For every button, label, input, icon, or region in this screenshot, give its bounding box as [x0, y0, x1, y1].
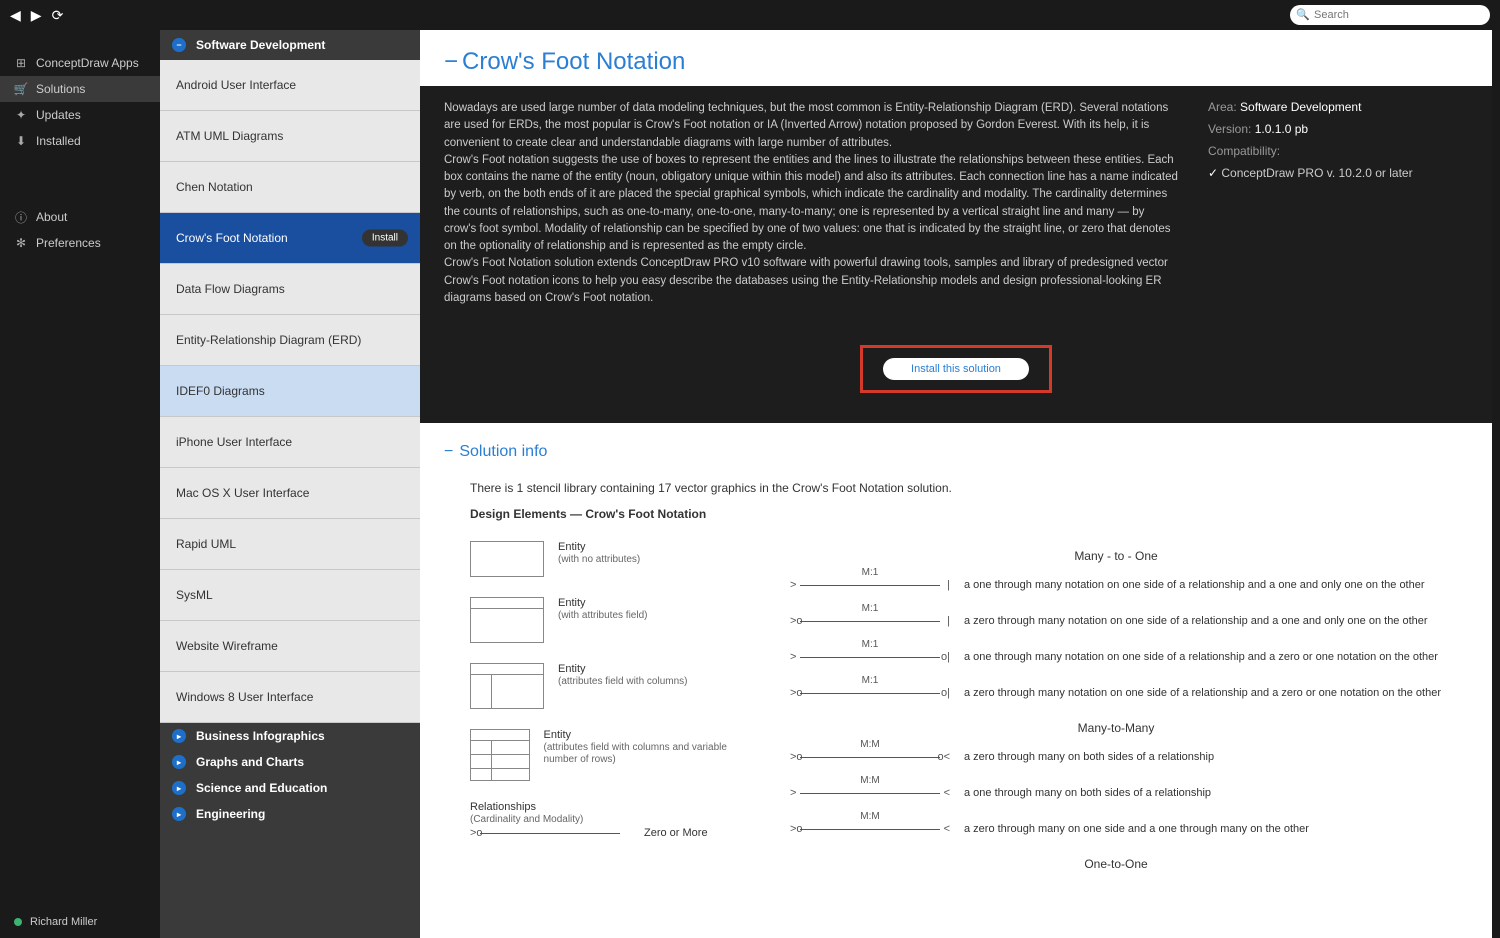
- relationships-column: Many - to - One M:1>|a one through many n…: [790, 541, 1442, 885]
- category-item-data-flow-diagrams[interactable]: Data Flow Diagrams: [160, 264, 420, 315]
- cardinality-line-icon: M:1>oo|: [790, 685, 950, 701]
- user-name: Richard Miller: [30, 916, 97, 928]
- compat-item: ConceptDraw PRO v. 10.2.0 or later: [1208, 166, 1468, 180]
- expand-icon: ▸: [172, 729, 186, 743]
- entities-column: Entity(with no attributes) Entity(with at…: [470, 541, 750, 885]
- entity-stencil: Entity(attributes field with columns): [470, 663, 750, 709]
- main-content: −Crow's Foot Notation Nowadays are used …: [420, 30, 1500, 938]
- cardinality-line-icon: M:1>o|: [790, 613, 950, 629]
- relationship-line: M:1>o|a one through many notation on one…: [790, 649, 1442, 665]
- library-count-text: There is 1 stencil library containing 17…: [470, 481, 1442, 495]
- relationship-line: M:M><a one through many on both sides of…: [790, 785, 1442, 801]
- nav-installed[interactable]: ⬇Installed: [0, 128, 160, 154]
- collapse-icon: −: [172, 38, 186, 52]
- rel-section-title: One-to-One: [790, 857, 1442, 871]
- cardinality-line-icon: M:M><: [790, 785, 950, 801]
- entity-stencil: Entity(with attributes field): [470, 597, 750, 643]
- cardinality-line-icon: M:M>o<: [790, 821, 950, 837]
- category-item-rapid-uml[interactable]: Rapid UML: [160, 519, 420, 570]
- category-footer: ▸Business Infographics▸Graphs and Charts…: [160, 723, 420, 827]
- cardinality-line-icon: M:1>|: [790, 577, 950, 593]
- nav-conceptdraw-apps[interactable]: ⊞ConceptDraw Apps: [0, 50, 160, 76]
- category-item-atm-uml-diagrams[interactable]: ATM UML Diagrams: [160, 111, 420, 162]
- rel-section-title: Many - to - One: [790, 549, 1442, 563]
- topbar: ◀ ▶ ⟳ 🔍: [0, 0, 1500, 30]
- entity-stencil: Entity(attributes field with columns and…: [470, 729, 750, 781]
- installed-icon: ⬇: [14, 134, 28, 148]
- entity-box-icon: [470, 597, 544, 643]
- rel-section-title: Many-to-Many: [790, 721, 1442, 735]
- nav-preferences[interactable]: ✻Preferences: [0, 230, 160, 256]
- category-item-windows-8-user-interface[interactable]: Windows 8 User Interface: [160, 672, 420, 723]
- category-group-business-infographics[interactable]: ▸Business Infographics: [160, 723, 420, 749]
- category-item-entity-relationship-diagram-erd-[interactable]: Entity-Relationship Diagram (ERD): [160, 315, 420, 366]
- expand-icon: ▸: [172, 807, 186, 821]
- nav-updates[interactable]: ✦Updates: [0, 102, 160, 128]
- user-status[interactable]: Richard Miller: [0, 906, 160, 938]
- category-item-mac-os-x-user-interface[interactable]: Mac OS X User Interface: [160, 468, 420, 519]
- description-text: Nowadays are used large number of data m…: [444, 100, 1178, 307]
- cart-icon: 🛒: [14, 82, 28, 96]
- reload-icon[interactable]: ⟳: [52, 7, 64, 24]
- category-item-android-user-interface[interactable]: Android User Interface: [160, 60, 420, 111]
- section-solution-info[interactable]: −Solution info: [420, 423, 1492, 469]
- relationship-line: M:M>oo<a zero through many on both sides…: [790, 749, 1442, 765]
- category-item-sysml[interactable]: SysML: [160, 570, 420, 621]
- search-input[interactable]: [1290, 5, 1490, 25]
- category-group-graphs-and-charts[interactable]: ▸Graphs and Charts: [160, 749, 420, 775]
- category-group-engineering[interactable]: ▸Engineering: [160, 801, 420, 827]
- search-wrap: 🔍: [1290, 5, 1490, 25]
- relationship-line: M:1>o|a zero through many notation on on…: [790, 613, 1442, 629]
- install-highlight-box: Install this solution: [860, 345, 1052, 393]
- back-icon[interactable]: ◀: [10, 7, 21, 24]
- category-item-iphone-user-interface[interactable]: iPhone User Interface: [160, 417, 420, 468]
- nav-controls: ◀ ▶ ⟳: [10, 7, 63, 24]
- prefs-icon: ✻: [14, 236, 28, 250]
- page-title: −Crow's Foot Notation: [420, 30, 1492, 86]
- cardinality-line-icon: M:M>oo<: [790, 749, 950, 765]
- about-icon: ⓘ: [14, 210, 28, 224]
- entity-box-icon: [470, 729, 530, 781]
- nav-about[interactable]: ⓘAbout: [0, 204, 160, 230]
- cardinality-line-icon: M:1>o|: [790, 649, 950, 665]
- zero-or-more-line: >oZero or More: [470, 825, 750, 841]
- relationships-heading: Relationships(Cardinality and Modality): [470, 801, 750, 825]
- install-bar: Install this solution: [420, 331, 1492, 423]
- expand-icon: ▸: [172, 781, 186, 795]
- relationship-line: M:1>|a one through many notation on one …: [790, 577, 1442, 593]
- online-dot-icon: [14, 918, 22, 926]
- expand-icon: ▸: [172, 755, 186, 769]
- category-item-website-wireframe[interactable]: Website Wireframe: [160, 621, 420, 672]
- category-column: − Software Development Android User Inte…: [160, 30, 420, 938]
- solution-info-body: There is 1 stencil library containing 17…: [420, 469, 1492, 925]
- entity-box-icon: [470, 663, 544, 709]
- forward-icon[interactable]: ▶: [31, 7, 42, 24]
- install-solution-button[interactable]: Install this solution: [883, 358, 1029, 380]
- category-item-idef0-diagrams[interactable]: IDEF0 Diagrams: [160, 366, 420, 417]
- entity-box-icon: [470, 541, 544, 577]
- meta-panel: Area: Software Development Version: 1.0.…: [1208, 100, 1468, 307]
- updates-icon: ✦: [14, 108, 28, 122]
- relationship-line: M:1>oo|a zero through many notation on o…: [790, 685, 1442, 701]
- search-icon: 🔍: [1296, 8, 1310, 21]
- entity-stencil: Entity(with no attributes): [470, 541, 750, 577]
- install-pill[interactable]: Install: [362, 230, 408, 247]
- description-band: Nowadays are used large number of data m…: [420, 86, 1492, 331]
- design-elements-heading: Design Elements — Crow's Foot Notation: [470, 507, 706, 521]
- category-item-crow-s-foot-notation[interactable]: Crow's Foot NotationInstall: [160, 213, 420, 264]
- left-sidebar: ⊞ConceptDraw Apps🛒Solutions✦Updates⬇Inst…: [0, 30, 160, 938]
- apps-icon: ⊞: [14, 56, 28, 70]
- nav-solutions[interactable]: 🛒Solutions: [0, 76, 160, 102]
- relationship-line: M:M>o<a zero through many on one side an…: [790, 821, 1442, 837]
- category-group-science-and-education[interactable]: ▸Science and Education: [160, 775, 420, 801]
- category-item-chen-notation[interactable]: Chen Notation: [160, 162, 420, 213]
- category-header[interactable]: − Software Development: [160, 30, 420, 60]
